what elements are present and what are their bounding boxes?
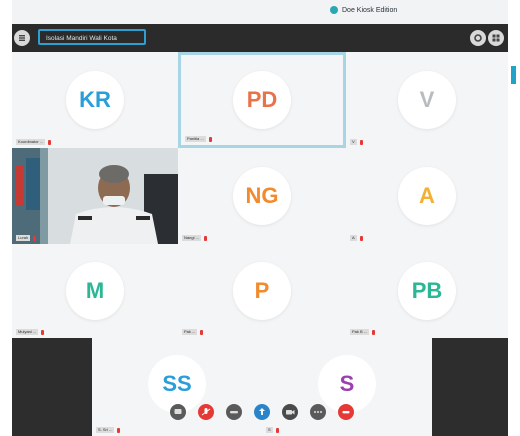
camera-icon bbox=[286, 410, 295, 415]
side-panel-edge bbox=[508, 52, 520, 436]
participant-name: A bbox=[350, 235, 357, 241]
participant-name: Lurah bbox=[16, 235, 31, 241]
avatar: V bbox=[398, 71, 456, 129]
name-label: S. Sri ... bbox=[96, 427, 121, 433]
hangup-button[interactable] bbox=[226, 404, 242, 420]
participant-name: Koordinator ... bbox=[16, 139, 46, 145]
avatar-initials: S bbox=[339, 371, 355, 396]
participant-name: Pak B ... bbox=[350, 329, 370, 335]
meeting-name-field[interactable]: Isolasi Mandiri Wali Kota bbox=[38, 29, 146, 45]
share-button[interactable] bbox=[254, 404, 270, 420]
avatar-initials: SS bbox=[162, 371, 192, 396]
mic-muted-icon bbox=[41, 329, 45, 335]
participant-name: S bbox=[266, 427, 273, 433]
mic-muted-icon bbox=[208, 136, 212, 142]
avatar-initials: V bbox=[419, 87, 435, 112]
avatar-initials: NG bbox=[245, 183, 279, 208]
participant-name: V bbox=[350, 139, 357, 145]
name-label: V bbox=[350, 139, 363, 145]
avatar: PB bbox=[398, 262, 456, 320]
conference-window: Doe Kiosk Edition Isolasi Mandiri Wali K… bbox=[0, 0, 520, 436]
avatar-initials: A bbox=[419, 183, 435, 208]
bottom-area: SS S. Sri ... S S bbox=[12, 338, 508, 436]
chat-button[interactable] bbox=[170, 404, 186, 420]
name-label: Pak B ... bbox=[350, 329, 376, 335]
mic-off-icon bbox=[201, 408, 211, 416]
mic-muted-icon bbox=[359, 139, 363, 145]
participant-tile[interactable]: KR Koordinator ... bbox=[12, 52, 178, 148]
mic-muted-icon bbox=[203, 235, 207, 241]
mic-button[interactable] bbox=[198, 404, 214, 420]
more-button[interactable] bbox=[310, 404, 326, 420]
mic-muted-icon bbox=[359, 235, 363, 241]
participant-tile[interactable]: A A bbox=[346, 148, 508, 244]
participant-name: Panitia ... bbox=[185, 136, 206, 142]
top-toolbar: Isolasi Mandiri Wali Kota bbox=[12, 24, 508, 52]
more-icon bbox=[314, 411, 322, 413]
share-icon bbox=[259, 408, 265, 415]
mic-muted-icon bbox=[48, 139, 52, 145]
avatar-initials: PD bbox=[246, 87, 278, 112]
mic-muted-icon bbox=[275, 427, 279, 433]
mic-muted-icon bbox=[372, 329, 376, 335]
participant-name: S. Sri ... bbox=[96, 427, 115, 433]
participant-tile[interactable]: V V bbox=[346, 52, 508, 148]
name-label: Lurah bbox=[16, 235, 37, 241]
participant-name: Pak ... bbox=[182, 329, 198, 335]
name-label: Pak ... bbox=[182, 329, 204, 335]
participant-grid: KR Koordinator ... PD Panitia ... V V Lu… bbox=[12, 52, 508, 338]
avatar: PD bbox=[233, 71, 291, 129]
participant-tile[interactable]: NG Nangi ... bbox=[178, 148, 346, 244]
side-panel-handle[interactable] bbox=[511, 66, 516, 84]
camera-icon bbox=[330, 6, 338, 14]
participant-tile[interactable]: S S bbox=[262, 338, 432, 436]
avatar-initials: P bbox=[254, 278, 270, 303]
tile-view-icon[interactable] bbox=[488, 30, 504, 46]
name-label: Koordinator ... bbox=[16, 139, 52, 145]
participant-video bbox=[12, 148, 178, 244]
menu-icon[interactable] bbox=[14, 30, 30, 46]
participant-tile[interactable]: SS S. Sri ... bbox=[92, 338, 262, 436]
participant-tile[interactable]: P Pak ... bbox=[178, 244, 346, 338]
avatar-initials: PB bbox=[411, 278, 443, 303]
mic-muted-icon bbox=[200, 329, 204, 335]
avatar: NG bbox=[233, 167, 291, 225]
avatar: M bbox=[66, 262, 124, 320]
phone-icon bbox=[230, 411, 238, 414]
name-label: A bbox=[350, 235, 363, 241]
leave-button[interactable] bbox=[338, 404, 354, 420]
window-title-text: Doe Kiosk Edition bbox=[342, 6, 398, 14]
participant-tile-active[interactable]: PD Panitia ... bbox=[178, 52, 346, 148]
window-title-bar: Doe Kiosk Edition bbox=[12, 0, 508, 24]
mic-muted-icon bbox=[33, 235, 37, 241]
avatar-initials: KR bbox=[79, 87, 111, 112]
leave-icon bbox=[342, 411, 350, 414]
avatar: KR bbox=[66, 71, 124, 129]
name-label: Mulyani ... bbox=[16, 329, 45, 335]
settings-icon[interactable] bbox=[470, 30, 486, 46]
participant-name: Nangi ... bbox=[182, 235, 201, 241]
avatar-initials: M bbox=[85, 278, 105, 303]
participant-tile[interactable]: PB Pak B ... bbox=[346, 244, 508, 338]
participant-name: Mulyani ... bbox=[16, 329, 39, 335]
participant-video-tile[interactable]: Lurah bbox=[12, 148, 178, 244]
name-label: S bbox=[266, 427, 279, 433]
avatar: A bbox=[398, 167, 456, 225]
name-label: Panitia ... bbox=[185, 136, 212, 142]
name-label: Nangi ... bbox=[182, 235, 207, 241]
camera-button[interactable] bbox=[282, 404, 298, 420]
chat-icon bbox=[174, 409, 182, 414]
mic-muted-icon bbox=[117, 427, 121, 433]
window-title: Doe Kiosk Edition bbox=[330, 6, 397, 14]
participant-tile[interactable]: M Mulyani ... bbox=[12, 244, 178, 338]
avatar: P bbox=[233, 262, 291, 320]
